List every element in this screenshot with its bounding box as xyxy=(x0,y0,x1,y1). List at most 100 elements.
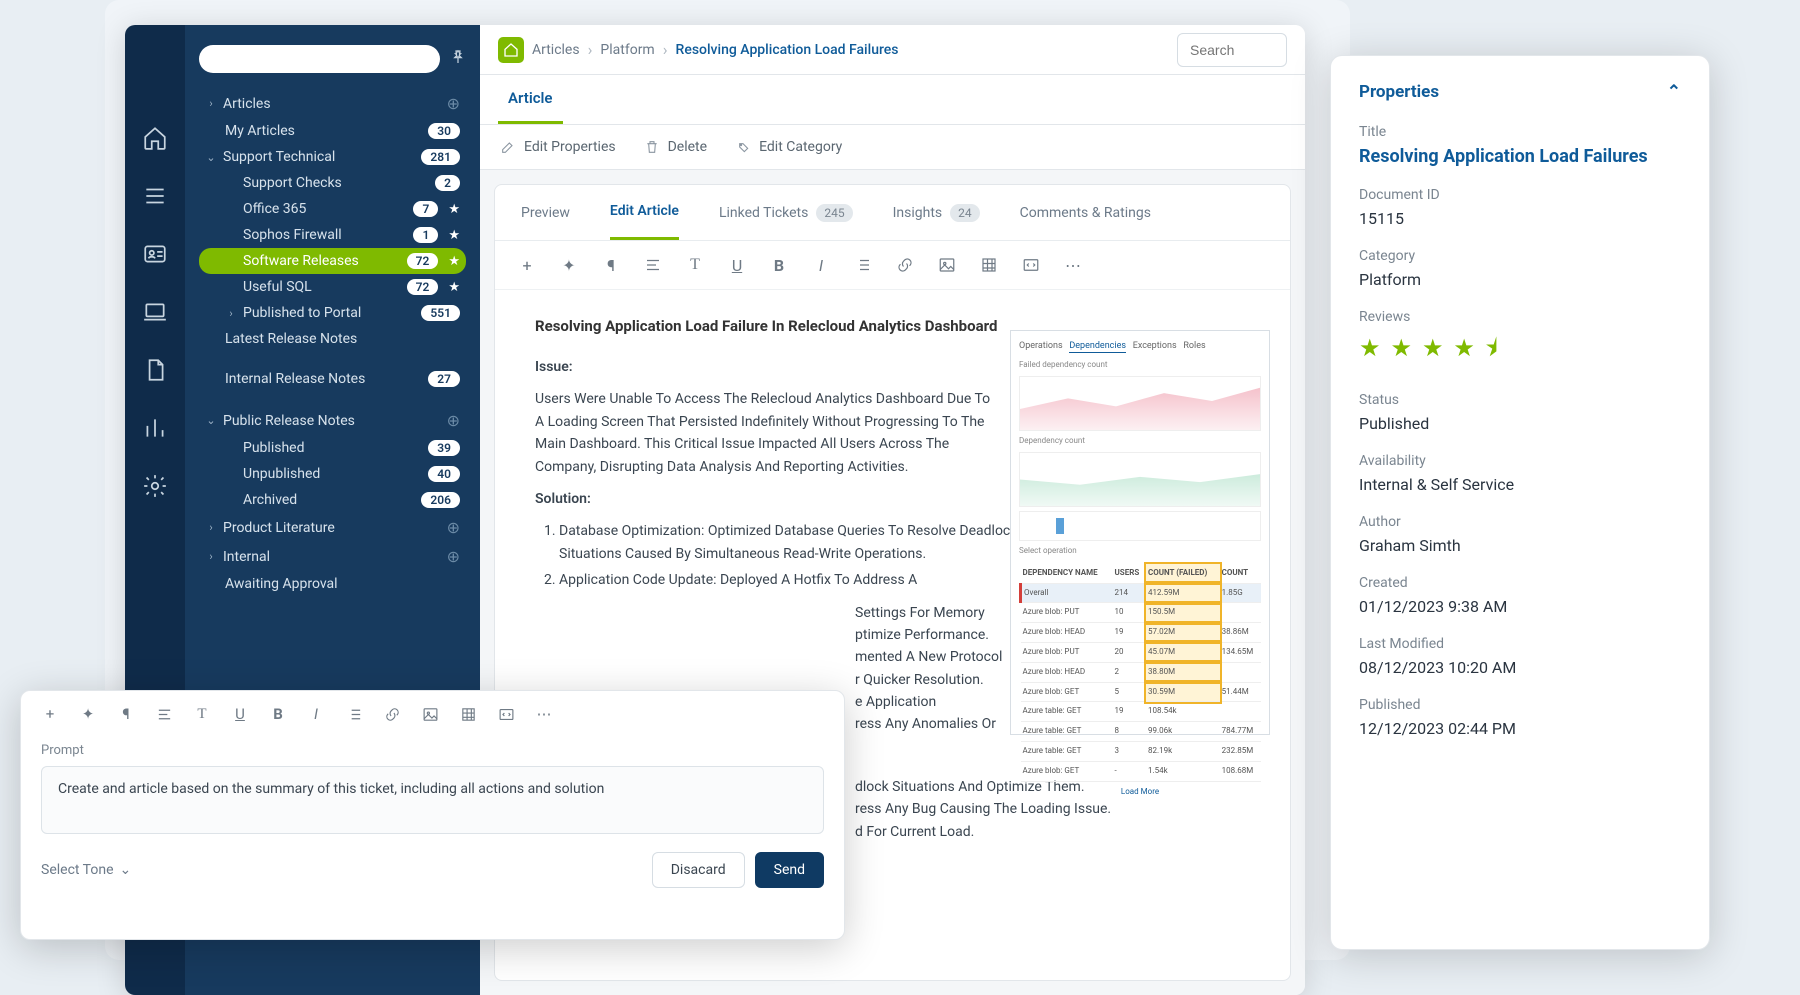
italic-icon[interactable]: I xyxy=(307,705,325,723)
link-icon[interactable] xyxy=(895,255,915,275)
tree-product-lit[interactable]: ›Product Literature⊕ xyxy=(199,513,466,542)
id-card-icon[interactable] xyxy=(142,241,168,267)
plus-icon[interactable]: ⊕ xyxy=(447,94,460,113)
tree-internal-release[interactable]: Internal Release Notes27 xyxy=(199,366,466,392)
pin-icon[interactable] xyxy=(450,49,466,69)
prop-reviews: ★ ★ ★ ★ ⯨ xyxy=(1359,331,1681,372)
chart-thumbnail: Operations Dependencies Exceptions Roles… xyxy=(1010,330,1270,735)
star-icon[interactable]: ★ xyxy=(448,254,460,269)
image-icon[interactable] xyxy=(937,255,957,275)
code-icon[interactable] xyxy=(497,705,515,723)
tree-unpublished[interactable]: Unpublished40 xyxy=(199,461,466,487)
edit-category-button[interactable]: Edit Category xyxy=(735,139,842,155)
properties-header[interactable]: Properties ⌃ xyxy=(1359,82,1681,102)
prompt-toolbar: + ✦ ¶ T U B I ⋯ xyxy=(41,705,824,733)
solution-list: Database Optimization: Optimized Databas… xyxy=(559,520,1019,591)
home-button[interactable] xyxy=(498,37,524,63)
prompt-card: + ✦ ¶ T U B I ⋯ Prompt Create and articl… xyxy=(20,690,845,940)
sparkle-icon[interactable]: ✦ xyxy=(559,255,579,275)
editor-tabs: Preview Edit Article Linked Tickets245 I… xyxy=(495,185,1290,241)
actionbar: Edit Properties Delete Edit Category xyxy=(480,125,1305,170)
tree-internal[interactable]: ›Internal⊕ xyxy=(199,542,466,571)
search-input[interactable] xyxy=(1177,33,1287,67)
bold-icon[interactable]: B xyxy=(269,705,287,723)
paragraph-icon[interactable]: ¶ xyxy=(117,705,135,723)
plus-icon[interactable]: ⊕ xyxy=(447,411,460,430)
prompt-label: Prompt xyxy=(41,743,824,758)
italic-icon[interactable]: I xyxy=(811,255,831,275)
tree-software-releases[interactable]: Software Releases72★ xyxy=(199,248,466,274)
tree-awaiting[interactable]: Awaiting Approval xyxy=(199,571,466,597)
code-icon[interactable] xyxy=(1021,255,1041,275)
more-icon[interactable]: ⋯ xyxy=(1063,255,1083,275)
bold-icon[interactable]: B xyxy=(769,255,789,275)
dependency-table: DEPENDENCY NAMEUSERSCOUNT (FAILED)COUNT … xyxy=(1019,564,1261,782)
gear-icon[interactable] xyxy=(142,473,168,499)
prop-author: Graham Simth xyxy=(1359,536,1681,555)
tree-latest-release[interactable]: Latest Release Notes xyxy=(199,326,466,352)
send-button[interactable]: Send xyxy=(755,852,824,888)
tree-search-input[interactable] xyxy=(199,45,440,73)
tree-sophos[interactable]: Sophos Firewall1★ xyxy=(199,222,466,248)
tab-article[interactable]: Article xyxy=(498,75,563,124)
prompt-input[interactable]: Create and article based on the summary … xyxy=(41,766,824,834)
tree-public-release[interactable]: ⌄Public Release Notes⊕ xyxy=(199,406,466,435)
text-icon[interactable]: T xyxy=(193,705,211,723)
text-icon[interactable]: T xyxy=(685,255,705,275)
tree-support-checks[interactable]: Support Checks2 xyxy=(199,170,466,196)
prop-modified: 08/12/2023 10:20 AM xyxy=(1359,658,1681,677)
chart-icon[interactable] xyxy=(142,415,168,441)
star-icon[interactable]: ★ xyxy=(448,280,460,295)
document-icon[interactable] xyxy=(142,357,168,383)
add-icon[interactable]: + xyxy=(517,255,537,275)
tab-preview[interactable]: Preview xyxy=(521,185,570,240)
tree-archived[interactable]: Archived206 xyxy=(199,487,466,513)
select-tone-dropdown[interactable]: Select Tone⌄ xyxy=(41,862,131,878)
tree-useful-sql[interactable]: Useful SQL72★ xyxy=(199,274,466,300)
issue-text: Users Were Unable To Access The Releclou… xyxy=(535,388,995,478)
table-icon[interactable] xyxy=(979,255,999,275)
tree-published[interactable]: Published39 xyxy=(199,435,466,461)
tree-published-portal[interactable]: ›Published to Portal551 xyxy=(199,300,466,326)
list-icon[interactable] xyxy=(345,705,363,723)
crumb-articles[interactable]: Articles xyxy=(532,42,580,58)
align-icon[interactable] xyxy=(643,255,663,275)
laptop-icon[interactable] xyxy=(142,299,168,325)
list-icon[interactable] xyxy=(853,255,873,275)
prop-category: Platform xyxy=(1359,270,1681,289)
plus-icon[interactable]: ⊕ xyxy=(447,547,460,566)
chevron-down-icon: ⌄ xyxy=(120,862,132,878)
tree-my-articles[interactable]: My Articles30 xyxy=(199,118,466,144)
delete-button[interactable]: Delete xyxy=(644,139,707,155)
tab-edit-article[interactable]: Edit Article xyxy=(610,185,679,240)
tab-comments[interactable]: Comments & Ratings xyxy=(1020,185,1151,240)
plus-icon[interactable]: ⊕ xyxy=(447,518,460,537)
topbar: Articles › Platform › Resolving Applicat… xyxy=(480,25,1305,75)
home-icon[interactable] xyxy=(142,125,168,151)
tree-support-technical[interactable]: ⌄Support Technical281 xyxy=(199,144,466,170)
more-icon[interactable]: ⋯ xyxy=(535,705,553,723)
tab-linked-tickets[interactable]: Linked Tickets245 xyxy=(719,185,853,240)
crumb-platform[interactable]: Platform xyxy=(600,42,654,58)
link-icon[interactable] xyxy=(383,705,401,723)
sparkle-icon[interactable]: ✦ xyxy=(79,705,97,723)
paragraph-icon[interactable]: ¶ xyxy=(601,255,621,275)
table-icon[interactable] xyxy=(459,705,477,723)
star-icon[interactable]: ★ xyxy=(448,228,460,243)
tab-insights[interactable]: Insights24 xyxy=(893,185,980,240)
tree-articles[interactable]: ›Articles⊕ xyxy=(199,89,466,118)
editor-toolbar: + ✦ ¶ T U B I ⋯ xyxy=(495,241,1290,290)
tree-office365[interactable]: Office 3657★ xyxy=(199,196,466,222)
add-icon[interactable]: + xyxy=(41,705,59,723)
prop-published: 12/12/2023 02:44 PM xyxy=(1359,719,1681,738)
image-icon[interactable] xyxy=(421,705,439,723)
chevron-up-icon[interactable]: ⌃ xyxy=(1667,82,1681,102)
discard-button[interactable]: Disacard xyxy=(652,852,745,888)
underline-icon[interactable]: U xyxy=(727,255,747,275)
menu-icon[interactable] xyxy=(142,183,168,209)
tabrow-primary: Article xyxy=(480,75,1305,125)
align-icon[interactable] xyxy=(155,705,173,723)
star-icon[interactable]: ★ xyxy=(448,202,460,217)
underline-icon[interactable]: U xyxy=(231,705,249,723)
edit-properties-button[interactable]: Edit Properties xyxy=(500,139,616,155)
